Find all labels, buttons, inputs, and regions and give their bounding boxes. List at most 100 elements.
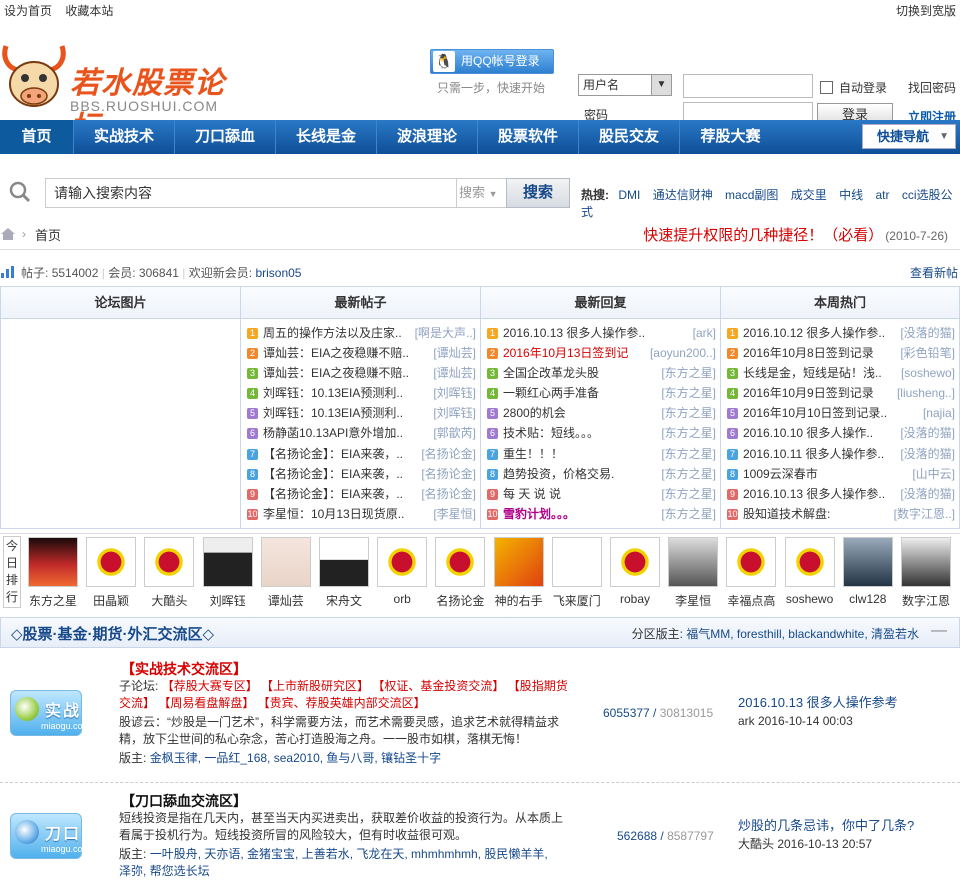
avatar[interactable] xyxy=(493,537,544,587)
auto-login-checkbox[interactable]: 自动登录 xyxy=(820,79,887,96)
post-title[interactable]: 2016年10月8日签到记录 xyxy=(743,346,874,360)
post-author[interactable]: [山中云] xyxy=(908,463,955,484)
avatar[interactable] xyxy=(377,537,428,587)
post-title[interactable]: 重生！！！ xyxy=(503,447,563,461)
post-item[interactable]: 1 2016.10.13 很多人操作参.. [ark] xyxy=(485,323,716,343)
post-title[interactable]: 刘晖钰：10.13EIA预测利.. xyxy=(263,386,403,400)
post-title[interactable]: 2016.10.10 很多人操作.. xyxy=(743,426,873,440)
today-user-name[interactable]: 飞来厦门 xyxy=(548,592,606,609)
post-item[interactable]: 10 雪豹计划。。。 [东方之星] xyxy=(485,503,716,524)
post-author[interactable]: [najia] xyxy=(918,403,955,424)
post-item[interactable]: 1 周五的操作方法以及庄家.. [啊是大声..] xyxy=(245,323,476,343)
avatar[interactable] xyxy=(202,537,253,587)
post-author[interactable]: [东方之星] xyxy=(657,423,716,444)
post-title[interactable]: 2016年10月10日签到记录.. xyxy=(743,406,887,420)
nav-item-software[interactable]: 股票软件 xyxy=(478,120,579,154)
post-title[interactable]: 周五的操作方法以及庄家.. xyxy=(263,326,402,340)
post-author[interactable]: [名扬论金] xyxy=(417,463,476,484)
today-user-name[interactable]: 李星恒 xyxy=(664,592,722,609)
today-user[interactable]: 宋舟文 xyxy=(315,537,373,609)
today-user[interactable]: 东方之星 xyxy=(24,537,82,609)
post-item[interactable]: 7 【名扬论金】：EIA来袭，.. [名扬论金] xyxy=(245,443,476,464)
post-item[interactable]: 6 技术贴：短线。。。 [东方之星] xyxy=(485,423,716,444)
post-title[interactable]: 谭灿芸：EIA之夜稳赚不赔.. xyxy=(263,346,409,360)
post-author[interactable]: [刘晖钰] xyxy=(429,383,476,404)
today-user-name[interactable]: robay xyxy=(606,592,664,606)
today-user-name[interactable]: 数字江恩 xyxy=(897,592,955,609)
avatar[interactable] xyxy=(86,537,137,587)
mod-links[interactable]: 金枫玉律, 一品红_168, sea2010, 鱼与八哥, 镶钻圣十字 xyxy=(150,751,441,765)
post-title[interactable]: 股知道技术解盘: xyxy=(743,507,830,521)
hot-term[interactable]: macd副图 xyxy=(725,188,778,202)
post-author[interactable]: [东方之星] xyxy=(657,383,716,404)
post-title[interactable]: 技术贴：短线。。。 xyxy=(503,426,599,440)
post-item[interactable]: 8 1009云深春市 [山中云] xyxy=(725,463,955,484)
post-title[interactable]: 【名扬论金】：EIA来袭，.. xyxy=(263,447,403,461)
bookmark-link[interactable]: 收藏本站 xyxy=(65,4,113,18)
post-author[interactable]: [刘晖钰] xyxy=(429,403,476,424)
post-title[interactable]: 全国企改革龙头股 xyxy=(503,366,599,380)
avatar[interactable] xyxy=(28,537,78,587)
today-user-name[interactable]: orb xyxy=(373,592,431,606)
hot-term[interactable]: 通达信财神 xyxy=(653,188,713,202)
today-user[interactable]: 名扬论金 xyxy=(431,537,489,609)
hot-term[interactable]: 成交里 xyxy=(791,188,827,202)
avatar[interactable] xyxy=(842,537,893,587)
post-author[interactable]: [liusheng..] xyxy=(892,383,955,404)
forum-icon[interactable]: 实战 miaogu.com xyxy=(10,690,90,736)
post-author[interactable]: [没落的猫] xyxy=(896,483,955,504)
post-author[interactable]: [东方之星] xyxy=(657,403,716,424)
today-user[interactable]: soshewo xyxy=(781,537,839,606)
post-author[interactable]: [东方之星] xyxy=(657,503,716,524)
avatar[interactable] xyxy=(610,537,660,587)
today-user[interactable]: 田晶颖 xyxy=(82,537,140,609)
section-mods-links[interactable]: 福气MM, foresthill, blackandwhite, 清盈若水 xyxy=(686,627,919,641)
post-title[interactable]: 长线是金，短线是砧！浅.. xyxy=(743,366,882,380)
post-author[interactable]: [郭歆芮] xyxy=(429,423,476,444)
post-author[interactable]: [名扬论金] xyxy=(417,443,476,464)
hot-term[interactable]: atr xyxy=(875,188,889,202)
today-user-name[interactable]: 幸福点高 xyxy=(722,592,780,609)
notice[interactable]: 快速提升权限的几种捷径！（必看） (2010-7-26) xyxy=(643,224,948,245)
today-user-name[interactable]: 宋舟文 xyxy=(315,592,373,609)
avatar[interactable] xyxy=(144,537,195,587)
post-item[interactable]: 8 趋势投资，价格交易. [东方之星] xyxy=(485,463,716,484)
nav-item-knife[interactable]: 刀口舔血 xyxy=(175,120,276,154)
nav-item-contest[interactable]: 荐股大赛 xyxy=(680,120,781,154)
site-logo[interactable]: 若水股票论坛 BBS.RUOSHUI.COM xyxy=(0,36,250,145)
post-title[interactable]: 每 天 说 说 xyxy=(503,487,561,501)
nav-item-wave[interactable]: 波浪理论 xyxy=(377,120,478,154)
post-title[interactable]: 2016年10月13日签到记 xyxy=(503,346,628,360)
today-user[interactable]: 大酷头 xyxy=(140,537,198,609)
today-user-name[interactable]: 名扬论金 xyxy=(431,592,489,609)
today-user[interactable]: 神的右手 xyxy=(490,537,548,609)
post-item[interactable]: 3 全国企改革龙头股 [东方之星] xyxy=(485,363,716,384)
post-item[interactable]: 2 2016年10月8日签到记录 [彩色铅笔] xyxy=(725,343,955,364)
switch-wide-link[interactable]: 切换到宽版 xyxy=(896,0,956,22)
post-title[interactable]: 2016.10.12 很多人操作参.. xyxy=(743,326,885,340)
forum-name[interactable]: 【刀口舔血交流区】 xyxy=(121,791,247,811)
post-item[interactable]: 10 股知道技术解盘: [数字江恩..] xyxy=(725,503,955,524)
new-member-link[interactable]: brison05 xyxy=(255,266,301,280)
post-item[interactable]: 4 2016年10月9日签到记录 [liusheng..] xyxy=(725,383,955,404)
post-title[interactable]: 2016.10.11 很多人操作参.. xyxy=(743,447,884,461)
quick-nav-button[interactable]: 快捷导航 ▼ xyxy=(862,124,956,149)
today-user[interactable]: 谭灿芸 xyxy=(257,537,315,609)
nav-item-home[interactable]: 首页 xyxy=(0,120,74,154)
breadcrumb-current[interactable]: 首页 xyxy=(35,225,61,244)
view-new-posts-link[interactable]: 查看新帖 xyxy=(910,264,958,281)
today-user[interactable]: 飞来厦门 xyxy=(548,537,606,609)
post-item[interactable]: 2 2016年10月13日签到记 [aoyun200..] xyxy=(485,343,716,364)
mod-links[interactable]: 一叶股舟, 天亦语, 金猪宝宝, 上善若水, 飞龙在天, mhmhmhmh, 股… xyxy=(150,847,548,861)
search-type-select[interactable]: 搜索 ▼ xyxy=(457,178,507,208)
today-user-name[interactable]: 东方之星 xyxy=(24,592,82,609)
post-author[interactable]: [没落的猫] xyxy=(896,443,955,464)
qq-login-button[interactable]: 🐧 用QQ帐号登录 xyxy=(430,49,554,74)
post-author[interactable]: [没落的猫] xyxy=(896,323,955,343)
today-user[interactable]: 李星恒 xyxy=(664,537,722,609)
post-item[interactable]: 9 每 天 说 说 [东方之星] xyxy=(485,483,716,504)
avatar[interactable] xyxy=(784,537,835,587)
avatar[interactable] xyxy=(901,537,951,587)
avatar[interactable] xyxy=(551,537,602,587)
post-author[interactable]: [没落的猫] xyxy=(896,423,955,444)
